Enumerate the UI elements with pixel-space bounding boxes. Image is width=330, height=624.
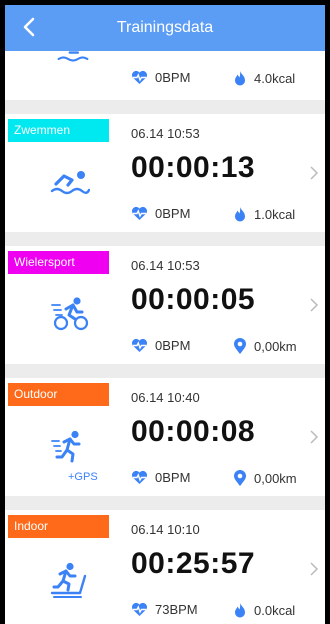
distance-value: 0,00km (254, 339, 297, 354)
training-duration: 00:00:08 (131, 415, 256, 448)
chevron-right-icon[interactable] (309, 165, 319, 181)
swimming-icon (57, 51, 89, 62)
sport-tag: Wielersport (8, 251, 109, 274)
location-pin-icon (234, 470, 246, 486)
flame-icon (235, 207, 245, 222)
calorie-value: 4.0kcal (254, 71, 296, 86)
calorie-stat: 1.0kcal (233, 206, 295, 223)
heart-rate-icon (131, 70, 148, 84)
training-date: 06.14 10:53 (131, 126, 200, 141)
distance-stat: 0,00km (233, 338, 297, 355)
cycling-icon (51, 297, 89, 331)
heart-rate-stat: 0BPM (131, 70, 190, 85)
training-duration: 00:25:57 (131, 547, 256, 580)
heart-rate-icon (131, 206, 148, 220)
heart-rate-icon (131, 602, 148, 616)
heart-rate-stat: 73BPM (131, 602, 198, 617)
chevron-right-icon[interactable] (309, 297, 319, 313)
calorie-stat: 0.0kcal (233, 602, 295, 619)
training-date: 06.14 10:40 (131, 390, 200, 405)
location-pin-icon (234, 338, 246, 354)
calorie-stat: 4.0kcal (233, 70, 295, 87)
training-card-outdoor[interactable]: Outdoor 06.14 10:40 00:00:08 +GPS 0BPM 0… (5, 378, 325, 496)
swimming-icon (50, 171, 90, 195)
heart-rate-stat: 0BPM (131, 470, 190, 485)
heart-rate-value: 73BPM (155, 602, 198, 617)
chevron-right-icon[interactable] (309, 561, 319, 577)
heart-rate-value: 0BPM (155, 70, 191, 85)
gps-label: +GPS (68, 471, 98, 483)
flame-icon (235, 71, 245, 86)
sport-tag: Indoor (8, 515, 109, 538)
distance-stat: 0,00km (233, 470, 297, 487)
flame-icon (235, 603, 245, 618)
heart-rate-stat: 0BPM (131, 338, 190, 353)
screen: Trainingsdata 0BPM 4.0kcal Zwemmen 06.14… (5, 5, 325, 624)
heart-rate-icon (131, 470, 148, 484)
heart-rate-stat: 0BPM (131, 206, 190, 221)
training-date: 06.14 10:53 (131, 258, 200, 273)
training-duration: 00:00:05 (131, 283, 256, 316)
running-icon (51, 430, 81, 463)
training-card-wielersport[interactable]: Wielersport 06.14 10:53 00:00:05 0BPM 0,… (5, 246, 325, 364)
heart-rate-value: 0BPM (155, 338, 191, 353)
training-card-zwemmen[interactable]: Zwemmen 06.14 10:53 00:00:13 0BPM 1.0kca… (5, 114, 325, 232)
page-title: Trainingsdata (116, 19, 214, 36)
training-card-indoor[interactable]: Indoor 06.14 10:10 00:25:57 73BPM 0.0kca… (5, 510, 325, 624)
heart-rate-value: 0BPM (155, 206, 191, 221)
calorie-value: 0.0kcal (254, 603, 296, 618)
chevron-right-icon[interactable] (309, 429, 319, 445)
treadmill-icon (50, 562, 87, 598)
heart-rate-value: 0BPM (155, 470, 191, 485)
sport-tag: Zwemmen (8, 119, 109, 142)
training-duration: 00:00:13 (131, 151, 256, 184)
sport-tag: Outdoor (8, 383, 109, 406)
training-date: 06.14 10:10 (131, 522, 200, 537)
calorie-value: 1.0kcal (254, 207, 296, 222)
app-header: Trainingsdata (5, 5, 325, 51)
training-card-partial[interactable]: 0BPM 4.0kcal (5, 51, 325, 100)
heart-rate-icon (131, 338, 148, 352)
distance-value: 0,00km (254, 471, 297, 486)
